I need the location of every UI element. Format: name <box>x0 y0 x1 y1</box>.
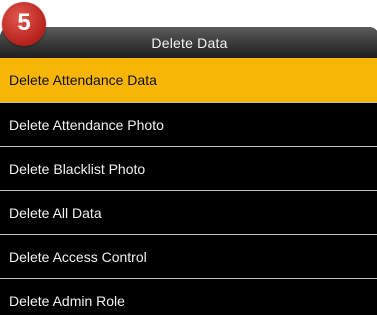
menu-list: Delete Attendance Data Delete Attendance… <box>0 58 377 315</box>
menu-item-label: Delete Admin Role <box>9 293 125 309</box>
title-bar: Delete Data <box>0 27 377 58</box>
page-title: Delete Data <box>151 35 228 51</box>
menu-item-delete-blacklist-photo[interactable]: Delete Blacklist Photo <box>0 147 377 191</box>
menu-item-label: Delete Attendance Photo <box>9 117 164 133</box>
device-screen: Delete Data Delete Attendance Data Delet… <box>0 27 377 315</box>
menu-item-delete-all-data[interactable]: Delete All Data <box>0 191 377 235</box>
menu-item-delete-admin-role[interactable]: Delete Admin Role <box>0 279 377 315</box>
device-frame: 5 Delete Data Delete Attendance Data Del… <box>0 0 377 315</box>
menu-item-label: Delete All Data <box>9 205 102 221</box>
step-number: 5 <box>17 9 31 36</box>
menu-item-delete-attendance-data[interactable]: Delete Attendance Data <box>0 58 377 103</box>
menu-item-delete-attendance-photo[interactable]: Delete Attendance Photo <box>0 103 377 147</box>
menu-item-label: Delete Blacklist Photo <box>9 161 146 177</box>
step-number-badge: 5 <box>2 2 46 46</box>
menu-item-label: Delete Attendance Data <box>9 72 157 88</box>
menu-item-label: Delete Access Control <box>9 249 147 265</box>
menu-item-delete-access-control[interactable]: Delete Access Control <box>0 235 377 279</box>
